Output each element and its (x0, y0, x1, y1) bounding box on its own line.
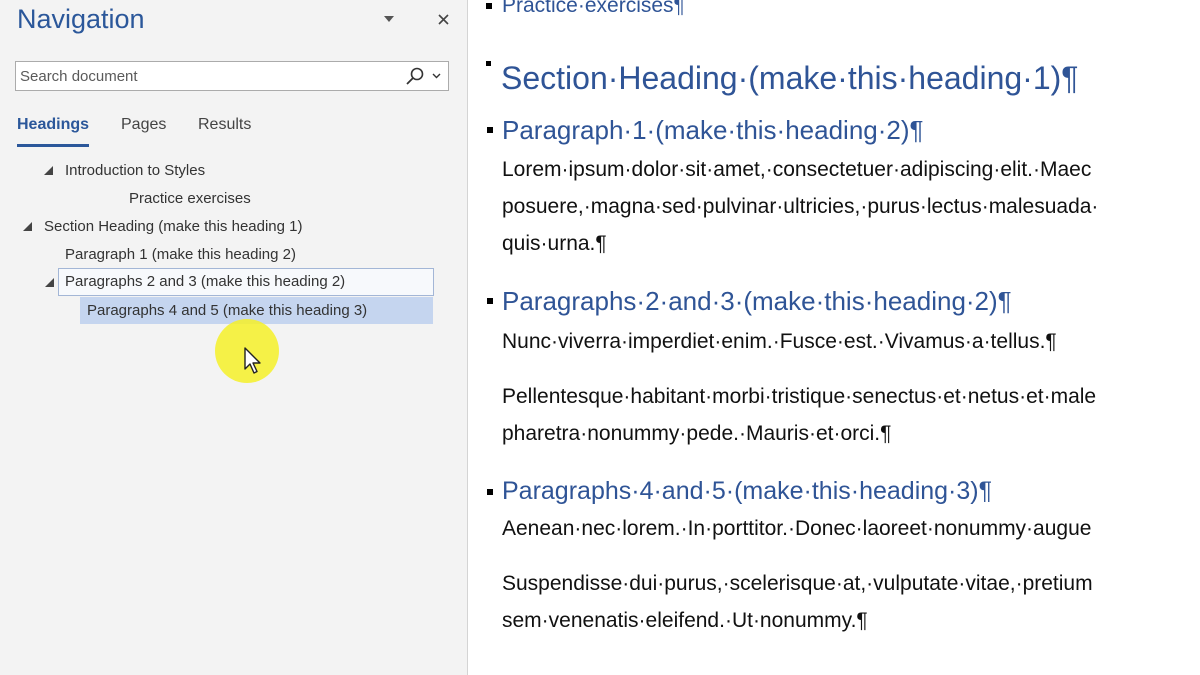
paragraph-3-line[interactable]: Pellentesque·habitant·morbi·tristique·se… (502, 385, 1096, 409)
tree-item-introduction-to-styles[interactable]: Introduction to Styles (40, 157, 440, 184)
tree-item-label: Paragraph 1 (make this heading 2) (65, 246, 296, 263)
collapse-caret-icon[interactable] (23, 222, 32, 231)
section-heading[interactable]: Section·Heading·(make·this·heading·1)¶ (501, 60, 1078, 97)
tree-item-paragraphs-2-and-3[interactable]: Paragraphs 2 and 3 (make this heading 2) (58, 268, 434, 296)
document-area[interactable]: Practice·exercises¶ Section·Heading·(mak… (470, 0, 1200, 675)
heading-bullet-mark (487, 127, 493, 133)
close-pane-button[interactable] (432, 8, 454, 30)
search-icon (406, 67, 424, 85)
paragraph-4-line[interactable]: Aenean·nec·lorem.·In·porttitor.·Donec·la… (502, 517, 1091, 541)
pane-options-button[interactable] (378, 8, 400, 30)
heading-practice-exercises[interactable]: Practice·exercises¶ (502, 0, 685, 18)
paragraph-5-line[interactable]: sem·venenatis·eleifend.·Ut·nonummy.¶ (502, 609, 868, 633)
paragraphs-2-3-heading[interactable]: Paragraphs·2·and·3·(make·this·heading·2)… (502, 286, 1012, 317)
paragraph-1-line[interactable]: Lorem·ipsum·dolor·sit·amet,·consectetuer… (502, 158, 1091, 182)
chevron-down-icon (432, 73, 440, 79)
paragraph-1-heading[interactable]: Paragraph·1·(make·this·heading·2)¶ (502, 115, 923, 146)
heading-bullet-mark (486, 61, 491, 66)
tree-item-label: Paragraphs 4 and 5 (make this heading 3) (87, 302, 368, 319)
paragraph-2-line[interactable]: Nunc·viverra·imperdiet·enim.·Fusce·est.·… (502, 330, 1057, 354)
tree-item-label: Paragraphs 2 and 3 (make this heading 2) (65, 273, 346, 290)
navigation-title: Navigation (17, 4, 145, 34)
collapse-caret-icon[interactable] (45, 278, 54, 287)
navigation-pane: Navigation Headings Pages Results Introd… (0, 0, 468, 675)
tree-item-section-heading[interactable]: Section Heading (make this heading 1) (18, 213, 438, 240)
tab-results[interactable]: Results (198, 116, 251, 134)
tree-item-label: Section Heading (make this heading 1) (44, 218, 303, 235)
close-icon (437, 13, 449, 25)
paragraph-1-line[interactable]: quis·urna.¶ (502, 232, 607, 256)
search-box (15, 61, 449, 91)
paragraph-5-line[interactable]: Suspendisse·dui·purus,·scelerisque·at,·v… (502, 572, 1093, 596)
search-input[interactable] (16, 62, 396, 90)
search-button[interactable] (404, 66, 426, 86)
tree-item-paragraph-1[interactable]: Paragraph 1 (make this heading 2) (65, 241, 425, 268)
tree-item-label: Practice exercises (129, 190, 251, 207)
search-options-button[interactable] (428, 66, 444, 86)
tab-headings[interactable]: Headings (17, 116, 89, 134)
paragraph-3-line[interactable]: pharetra·nonummy·pede.·Mauris·et·orci.¶ (502, 422, 891, 446)
tree-item-label: Introduction to Styles (65, 162, 206, 179)
heading-bullet-mark (486, 3, 492, 9)
collapse-caret-icon[interactable] (44, 166, 53, 175)
heading-bullet-mark (487, 489, 493, 495)
tab-pages[interactable]: Pages (121, 116, 166, 134)
chevron-down-icon (384, 16, 394, 22)
active-tab-indicator (17, 144, 89, 147)
heading-bullet-mark (487, 298, 493, 304)
mouse-pointer-icon (244, 347, 261, 374)
paragraph-1-line[interactable]: posuere,·magna·sed·pulvinar·ultricies,·p… (502, 195, 1098, 219)
tree-item-practice-exercises[interactable]: Practice exercises (129, 185, 429, 212)
paragraphs-4-5-heading[interactable]: Paragraphs·4·and·5·(make·this·heading·3)… (502, 477, 992, 506)
